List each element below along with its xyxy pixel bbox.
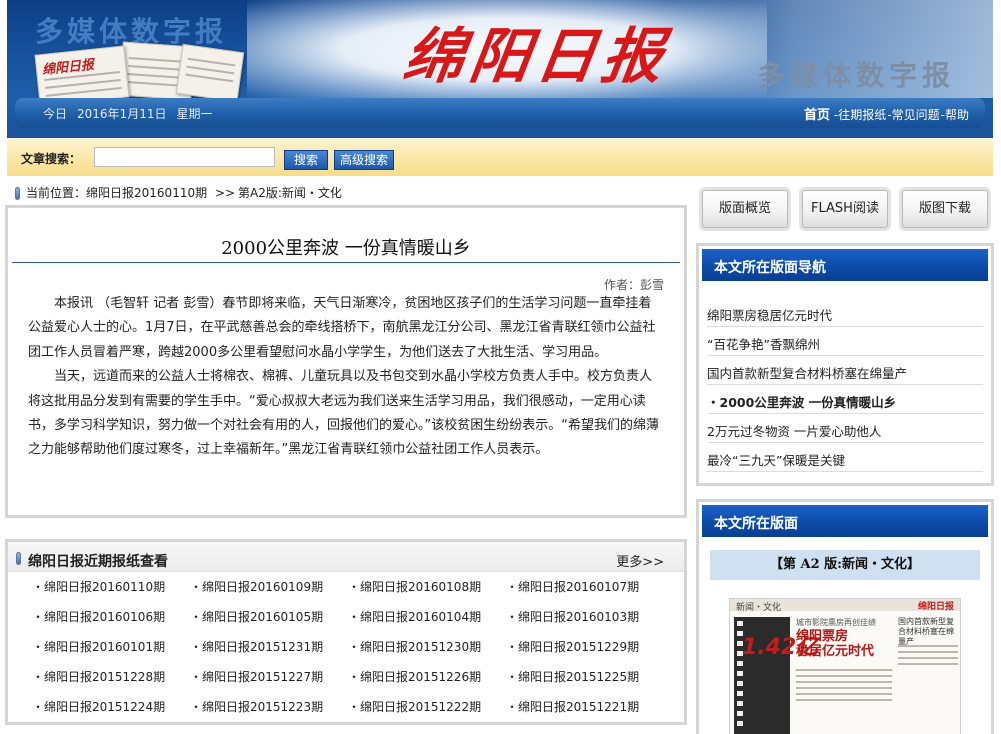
search-label: 文章搜索： [21, 152, 82, 166]
issue-link[interactable]: ・绵阳日报20151229期 [506, 638, 666, 668]
nav-article-link[interactable]: 最冷“三九天”保暖是关键 [707, 443, 983, 472]
advanced-search-button[interactable]: 高级搜索 [334, 150, 394, 170]
recent-issues-title: 绵阳日报近期报纸查看 [28, 554, 168, 570]
issue-link[interactable]: ・绵阳日报20151225期 [506, 668, 666, 698]
bullet-marker-icon [16, 552, 21, 565]
date-value: 2016年1月11日 [77, 107, 167, 121]
nav-article-link[interactable]: 国内首款新型复合材料桥塞在绵量产 [707, 356, 983, 385]
article-paragraph: 本报讯 （毛智轩 记者 彭雪）春节即将来临，天气日渐寒冷，贫困地区孩子们的生活学… [28, 296, 656, 360]
page-navigation-panel: 本文所在版面导航 绵阳票房稳居亿元时代 “百花争艳”香飘绵州 国内首款新型复合材… [696, 243, 994, 486]
bullet-marker-icon [15, 187, 20, 200]
header-nav-bar: 今日 2016年1月11日 星期一 首页 -往期报纸-常见问题-帮助 [15, 98, 985, 128]
nav-article-link-current[interactable]: ・2000公里奔波 一份真情暖山乡 [707, 385, 983, 414]
search-button[interactable]: 搜索 [284, 150, 328, 170]
site-logo[interactable]: 绵阳日报 [399, 8, 675, 95]
newspaper-stack-image: 绵阳日报 [29, 41, 249, 107]
nav-faq-link[interactable]: -常见问题 [887, 108, 939, 122]
issue-link[interactable]: ・绵阳日报20151230期 [348, 638, 506, 668]
article-panel: 2000公里奔波 一份真情暖山乡 作者：彭雪 本报讯 （毛智轩 记者 彭雪）春节… [5, 205, 687, 518]
issue-link[interactable]: ・绵阳日报20151227期 [190, 668, 348, 698]
page-overview-button[interactable]: 版面概览 [702, 190, 788, 228]
page-preview-panel: 本文所在版面 【第 A2 版:新闻・文化】 新闻・文化 绵阳日报 1.42亿 城… [696, 499, 994, 734]
issue-link[interactable]: ・绵阳日报20151231期 [190, 638, 348, 668]
issue-link[interactable]: ・绵阳日报20151223期 [190, 698, 348, 728]
issue-link[interactable]: ・绵阳日报20160107期 [506, 578, 666, 608]
issue-link[interactable]: ・绵阳日报20151221期 [506, 698, 666, 728]
page-navigation-list: 绵阳票房稳居亿元时代 “百花争艳”香飘绵州 国内首款新型复合材料桥塞在绵量产 ・… [707, 298, 983, 472]
article-title: 2000公里奔波 一份真情暖山乡 [221, 238, 471, 259]
nav-article-link[interactable]: 2万元过冬物资 一片爱心助他人 [707, 414, 983, 443]
page-preview-header: 本文所在版面 [702, 505, 988, 537]
current-date: 今日 2016年1月11日 星期一 [43, 105, 222, 122]
breadcrumb-issue-link[interactable]: 绵阳日报20160110期 [86, 186, 207, 200]
search-bar: 文章搜索： 搜索 高级搜索 [7, 138, 993, 176]
more-issues-link[interactable]: 更多>> [616, 551, 664, 570]
thumbnail-headline-line: 绵阳票房 [796, 629, 849, 644]
flash-reading-button[interactable]: FLASH阅读 [802, 190, 888, 228]
issue-link[interactable]: ・绵阳日报20160106期 [32, 608, 190, 638]
issue-link[interactable]: ・绵阳日报20160103期 [506, 608, 666, 638]
breadcrumb: 当前位置：绵阳日报20160110期 >> 第A2版:新闻・文化 [15, 184, 342, 201]
thumbnail-headline: 绵阳票房 稳居亿元时代 [796, 629, 874, 659]
nav-help-link[interactable]: -帮助 [941, 108, 969, 122]
issue-link[interactable]: ・绵阳日报20151224期 [32, 698, 190, 728]
page-preview-title: 本文所在版面 [714, 516, 798, 532]
issue-link[interactable]: ・绵阳日报20160104期 [348, 608, 506, 638]
thumbnail-side-text: 国内首款新型复合材料桥塞在绵量产 [898, 617, 954, 646]
issue-link[interactable]: ・绵阳日报20151222期 [348, 698, 506, 728]
newspaper-image [175, 43, 245, 103]
page-thumbnail-image[interactable]: 新闻・文化 绵阳日报 1.42亿 城市影院票房再创佳绩 绵阳票房 稳居亿元时代 … [729, 598, 961, 734]
site-header: 多媒体数字报 绵阳日报 绵阳日报 多媒体数字报 今日 2016年1月11日 星期一 … [7, 0, 993, 138]
page-navigation-header: 本文所在版面导航 [702, 249, 988, 281]
nav-home-link[interactable]: 首页 [804, 108, 830, 123]
article-paragraph: 当天，远道而来的公益人士将棉衣、棉裤、儿童玩具以及书包交到水晶小学校方负责人手中… [28, 369, 659, 458]
thumbnail-masthead: 绵阳日报 [917, 602, 954, 612]
header-right-slogan: 多媒体数字报 [756, 59, 955, 92]
date-prefix: 今日 [43, 107, 68, 121]
breadcrumb-prefix: 当前位置： [26, 186, 87, 200]
nav-past-issues-link[interactable]: -往期报纸 [834, 108, 886, 122]
thumbnail-headline-line: 稳居亿元时代 [796, 644, 875, 659]
issue-link[interactable]: ・绵阳日报20160101期 [32, 638, 190, 668]
nav-article-link[interactable]: 绵阳票房稳居亿元时代 [707, 298, 983, 327]
page-download-button[interactable]: 版图下载 [902, 190, 988, 228]
page-label: 【第 A2 版:新闻・文化】 [710, 550, 980, 580]
issue-link[interactable]: ・绵阳日报20160105期 [190, 608, 348, 638]
recent-issues-list: ・绵阳日报20160110期 ・绵阳日报20160109期 ・绵阳日报20160… [32, 578, 672, 728]
recent-issues-header: 绵阳日报近期报纸查看 更多>> [8, 542, 684, 572]
thumbnail-subhead: 城市影院票房再创佳绩 [796, 618, 876, 627]
issue-link[interactable]: ・绵阳日报20151226期 [348, 668, 506, 698]
issue-link[interactable]: ・绵阳日报20160110期 [32, 578, 190, 608]
recent-issues-panel: 绵阳日报近期报纸查看 更多>> ・绵阳日报20160110期 ・绵阳日报2016… [5, 539, 687, 725]
page-navigation-title: 本文所在版面导航 [714, 260, 826, 276]
nav-article-link[interactable]: “百花争艳”香飘绵州 [707, 327, 983, 356]
breadcrumb-separator: >> [214, 186, 236, 200]
top-nav: 首页 -往期报纸-常见问题-帮助 [804, 104, 969, 123]
weekday: 星期一 [176, 107, 213, 121]
issue-link[interactable]: ・绵阳日报20160109期 [190, 578, 348, 608]
issue-link[interactable]: ・绵阳日报20151228期 [32, 668, 190, 698]
article-author: 作者：彭雪 [603, 278, 664, 292]
breadcrumb-page-link[interactable]: 第A2版:新闻・文化 [238, 186, 342, 200]
thumbnail-section: 新闻・文化 [736, 603, 782, 613]
search-input[interactable] [94, 147, 275, 167]
issue-link[interactable]: ・绵阳日报20160108期 [348, 578, 506, 608]
article-body: 本报讯 （毛智轩 记者 彭雪）春节即将来临，天气日渐寒冷，贫困地区孩子们的生活学… [28, 292, 662, 463]
title-divider [12, 262, 680, 263]
